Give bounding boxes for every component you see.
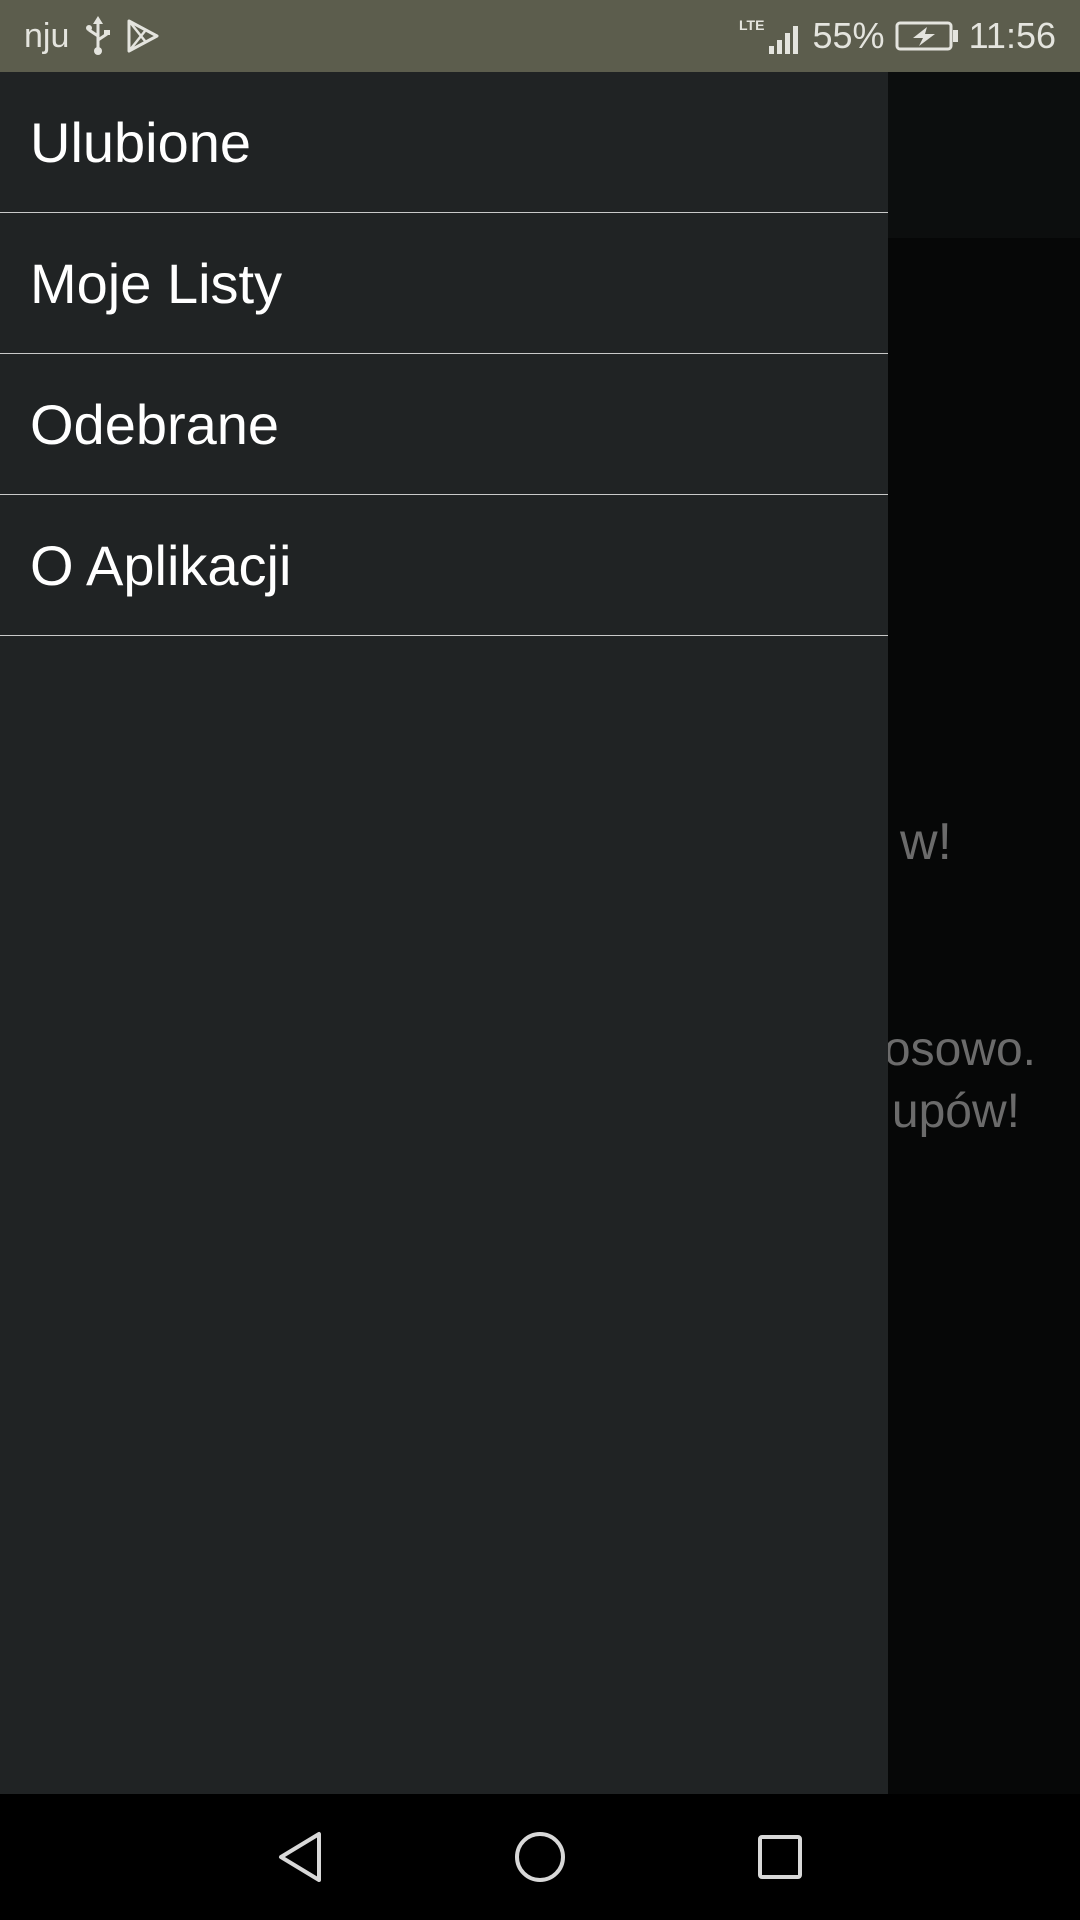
usb-icon (83, 16, 113, 56)
background-text-fragment: osowo. (883, 1023, 1036, 1076)
status-bar: nju LTE 55% 11:56 (0, 0, 1080, 72)
drawer-item-moje-listy[interactable]: Moje Listy (0, 213, 888, 354)
drawer-item-label: Ulubione (30, 110, 252, 174)
drawer-item-o-aplikacji[interactable]: O Aplikacji (0, 495, 888, 636)
clock: 11:56 (968, 15, 1056, 56)
back-icon[interactable] (270, 1827, 330, 1887)
drawer-item-odebrane[interactable]: Odebrane (0, 354, 888, 495)
navigation-drawer: Ulubione Moje Listy Odebrane O Aplikacji (0, 72, 888, 1794)
recent-apps-icon[interactable] (750, 1827, 810, 1887)
drawer-item-label: O Aplikacji (30, 533, 292, 597)
home-icon[interactable] (510, 1827, 570, 1887)
drawer-item-ulubione[interactable]: Ulubione (0, 72, 888, 213)
system-navigation-bar (0, 1794, 1080, 1920)
background-heading-fragment: w! (900, 813, 952, 871)
status-left: nju (24, 0, 159, 72)
carrier-name: nju (24, 16, 70, 55)
drawer-menu-list: Ulubione Moje Listy Odebrane O Aplikacji (0, 72, 888, 636)
network-type-label: LTE (739, 17, 764, 33)
drawer-item-label: Odebrane (30, 392, 280, 456)
drawer-item-label: Moje Listy (30, 251, 283, 315)
play-store-icon (127, 19, 159, 53)
background-text-fragment: upów! (891, 1085, 1020, 1138)
status-right: LTE 55% 11:56 (739, 0, 1056, 72)
battery-percent: 55% (812, 15, 885, 56)
battery-charging-icon (895, 19, 959, 53)
signal-icon: LTE (739, 16, 803, 56)
